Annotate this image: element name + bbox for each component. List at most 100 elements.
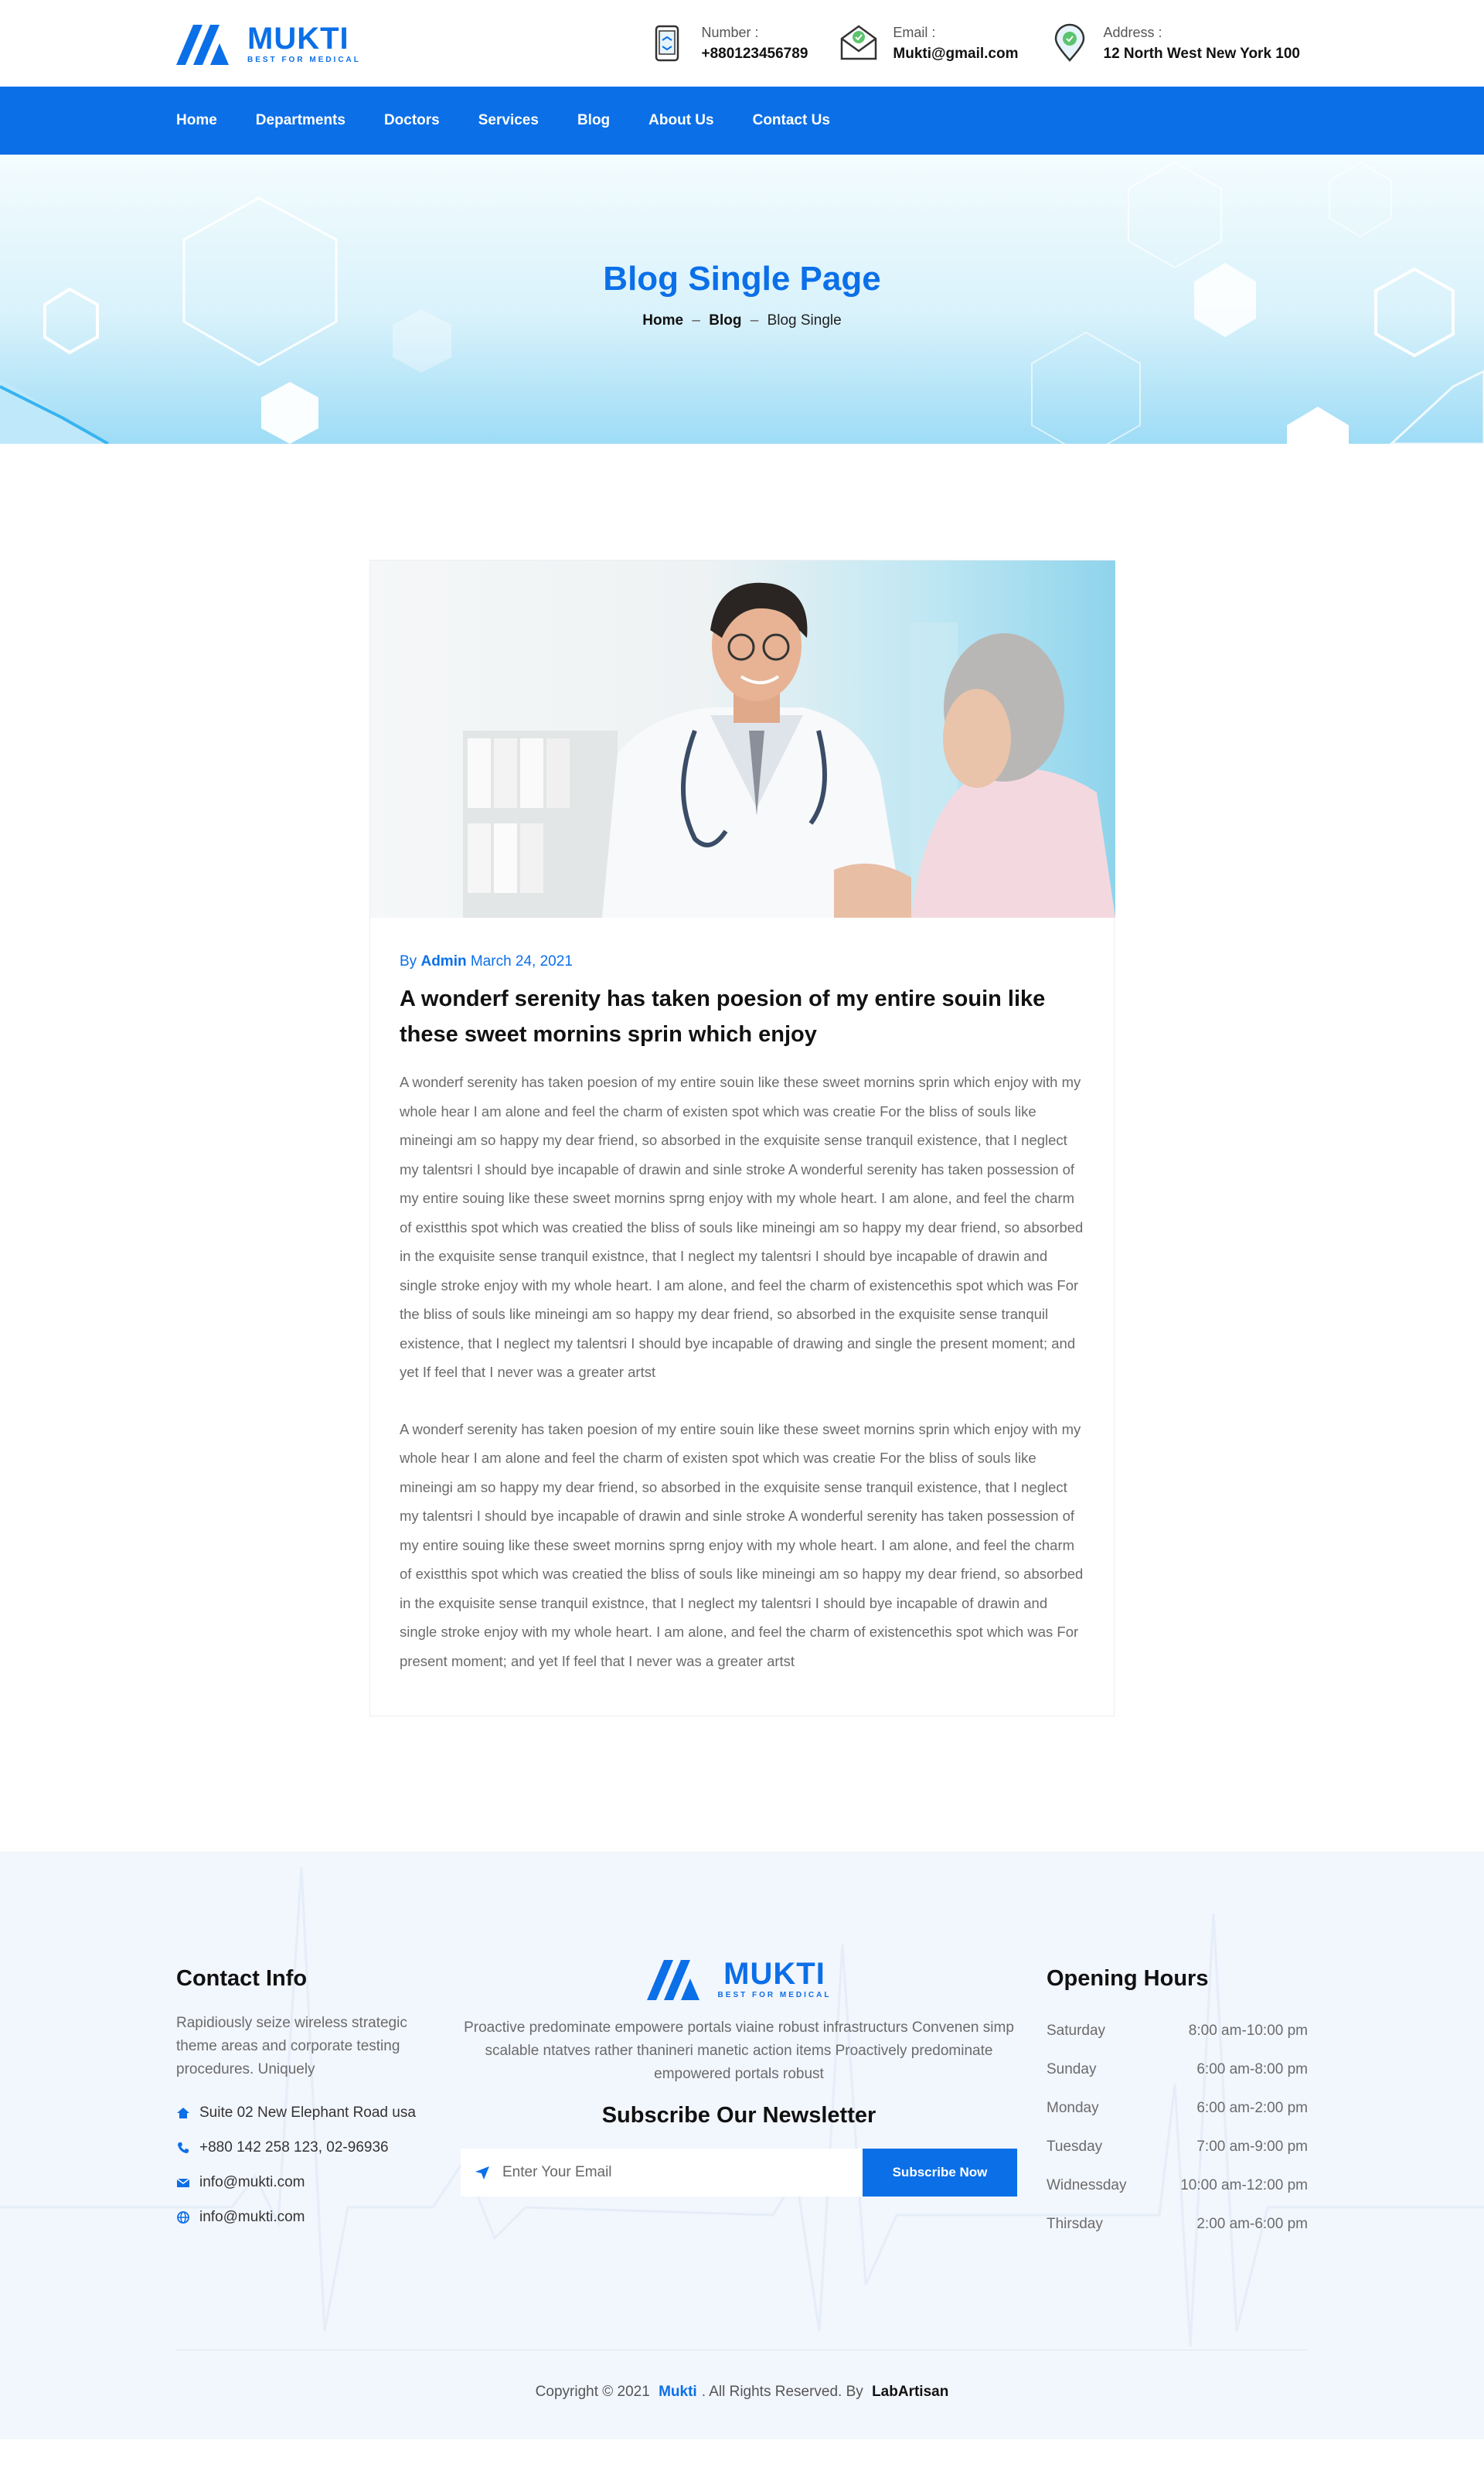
- hours-day: Sunday: [1047, 2061, 1097, 2077]
- newsletter-form: Subscribe Now: [461, 2149, 1017, 2197]
- footer-contact-address: Suite 02 New Elephant Road usa: [199, 2104, 416, 2121]
- header-contact-address: Address : 12 North West New York 100: [1050, 23, 1301, 63]
- hours-day: Saturday: [1047, 2023, 1106, 2039]
- post-paragraph: A wonderf serenity has taken poesion of …: [400, 1420, 1084, 1669]
- footer-contact-heading: Contact Info: [176, 1966, 308, 1991]
- location-pin-icon: [1054, 23, 1084, 62]
- phone-icon: [178, 2142, 189, 2153]
- logo[interactable]: MUKTI BEST FOR MEDICAL: [176, 22, 361, 65]
- newsletter-heading: Subscribe Our Newsletter: [601, 2103, 876, 2128]
- hours-row: Saturday 8:00 am-10:00 pm: [1047, 2012, 1308, 2050]
- hours-row: Widnessday 10:00 am-12:00 pm: [1047, 2166, 1308, 2205]
- breadcrumb-separator: –: [692, 312, 700, 329]
- footer-contact-item: info@mukti.com: [176, 2165, 431, 2200]
- contact-label: Number :: [701, 24, 759, 40]
- nav-departments[interactable]: Departments: [256, 112, 345, 129]
- post-date: March 24, 2021: [470, 953, 573, 970]
- hours-time: 10:00 am-12:00 pm: [1180, 2177, 1308, 2193]
- hours-row: Tuesday 7:00 am-9:00 pm: [1047, 2128, 1308, 2166]
- post-title: A wonderf serenity has taken poesion of …: [400, 987, 1046, 1047]
- footer-newsletter-column: MUKTI BEST FOR MEDICAL Proactive predomi…: [461, 1957, 1017, 2244]
- globe-icon: [177, 2210, 189, 2224]
- home-icon: [177, 2107, 189, 2118]
- mail-icon: [176, 2177, 190, 2187]
- top-header: MUKTI BEST FOR MEDICAL Number : +8801234…: [0, 0, 1484, 87]
- main-content: By Admin March 24, 2021 A wonderf sereni…: [0, 444, 1484, 1852]
- post-author-link[interactable]: Admin: [420, 953, 466, 970]
- header-contact-number: Number : +880123456789: [647, 23, 808, 63]
- post-by-label: By: [400, 953, 417, 970]
- footer-contact-website[interactable]: info@mukti.com: [199, 2209, 305, 2226]
- main-nav: Home Departments Doctors Services Blog A…: [0, 87, 1484, 155]
- footer-contact-text: Rapidiously seize wireless strategic the…: [176, 2015, 407, 2077]
- footer-about-text: Proactive predominate empowere portals v…: [464, 2019, 1014, 2082]
- logo-tagline: BEST FOR MEDICAL: [247, 55, 361, 64]
- copyright-middle: . All Rights Reserved. By: [701, 2384, 863, 2400]
- footer-contact-item: Suite 02 New Elephant Road usa: [176, 2095, 431, 2130]
- footer-contact-item: +880 142 258 123, 02-96936: [176, 2130, 431, 2165]
- breadcrumb-blog[interactable]: Blog: [709, 312, 741, 329]
- logo-mark-icon: [646, 1960, 699, 2000]
- header-contacts: Number : +880123456789 Email : Mukti@gma…: [647, 23, 1300, 63]
- footer-contact-list: Suite 02 New Elephant Road usa +880 142 …: [176, 2095, 431, 2234]
- footer-contact-email[interactable]: info@mukti.com: [199, 2174, 305, 2191]
- logo-mark-icon: [176, 25, 229, 65]
- paper-plane-icon: [475, 2166, 489, 2180]
- breadcrumb-home[interactable]: Home: [642, 312, 683, 329]
- footer-logo[interactable]: MUKTI BEST FOR MEDICAL: [646, 1956, 832, 2000]
- breadcrumb: Home – Blog – Blog Single: [0, 312, 1484, 329]
- nav-services[interactable]: Services: [478, 112, 539, 129]
- page-title: Blog Single Page: [603, 260, 881, 298]
- doctor-patient-photo: [370, 561, 1115, 918]
- post-meta: By Admin March 24, 2021: [400, 953, 1084, 970]
- footer-contact-item: info@mukti.com: [176, 2200, 431, 2234]
- hours-time: 7:00 am-9:00 pm: [1196, 2139, 1308, 2155]
- contact-value: 12 North West New York 100: [1103, 45, 1301, 62]
- hours-time: 8:00 am-10:00 pm: [1188, 2023, 1308, 2039]
- footer-contact-phone[interactable]: +880 142 258 123, 02-96936: [199, 2139, 389, 2156]
- hours-day: Tuesday: [1047, 2139, 1103, 2155]
- phone-icon: [655, 25, 679, 62]
- opening-hours-heading: Opening Hours: [1047, 1966, 1209, 1991]
- hours-time: 6:00 am-8:00 pm: [1196, 2061, 1308, 2077]
- contact-label: Address :: [1103, 24, 1162, 40]
- contact-label: Email :: [893, 24, 936, 40]
- footer-contact-column: Contact Info Rapidiously seize wireless …: [176, 1966, 431, 2244]
- nav-about-us[interactable]: About Us: [648, 112, 713, 129]
- contact-value[interactable]: Mukti@gmail.com: [893, 46, 1018, 63]
- hours-day: Widnessday: [1047, 2177, 1127, 2193]
- newsletter-input-wrapper: [461, 2149, 863, 2197]
- copyright-prefix: Copyright © 2021: [535, 2384, 650, 2400]
- opening-hours-list: Saturday 8:00 am-10:00 pm Sunday 6:00 am-8…: [1047, 2012, 1308, 2244]
- site-footer: Contact Info Rapidiously seize wireless …: [0, 1852, 1484, 2439]
- breadcrumb-separator: –: [750, 312, 759, 329]
- nav-doctors[interactable]: Doctors: [384, 112, 440, 129]
- hours-row: Sunday 6:00 am-8:00 pm: [1047, 2050, 1308, 2089]
- hours-day: Monday: [1047, 2100, 1099, 2116]
- mail-icon: [841, 25, 877, 60]
- header-contact-email: Email : Mukti@gmail.com: [839, 23, 1019, 63]
- copyright-brand-link[interactable]: Mukti: [659, 2384, 697, 2400]
- hours-row: Monday 6:00 am-2:00 pm: [1047, 2089, 1308, 2128]
- hours-time: 6:00 am-2:00 pm: [1196, 2100, 1308, 2116]
- nav-home[interactable]: Home: [176, 112, 217, 129]
- copyright: Copyright © 2021 Mukti. All Rights Reser…: [0, 2384, 1484, 2401]
- subscribe-button[interactable]: Subscribe Now: [863, 2149, 1017, 2197]
- blog-post-image: [370, 561, 1115, 918]
- nav-blog[interactable]: Blog: [577, 112, 610, 129]
- hours-row: Thirsday 2:00 am-6:00 pm: [1047, 2205, 1308, 2244]
- hours-day: Thirsday: [1047, 2216, 1103, 2232]
- hours-time: 2:00 am-6:00 pm: [1196, 2216, 1308, 2232]
- newsletter-email-input[interactable]: [502, 2164, 812, 2181]
- page-hero: Blog Single Page Home – Blog – Blog Sing…: [0, 155, 1484, 444]
- logo-name: MUKTI: [247, 21, 349, 56]
- logo-tagline: BEST FOR MEDICAL: [717, 1990, 832, 1999]
- footer-hours-column: Opening Hours Saturday 8:00 am-10:00 pm S…: [1047, 1966, 1308, 2244]
- blog-post-card: By Admin March 24, 2021 A wonderf sereni…: [369, 560, 1115, 1716]
- copyright-author-link[interactable]: LabArtisan: [872, 2384, 948, 2400]
- nav-contact-us[interactable]: Contact Us: [753, 112, 830, 129]
- breadcrumb-current: Blog Single: [767, 312, 842, 329]
- contact-value[interactable]: +880123456789: [701, 46, 808, 63]
- post-paragraph: A wonderf serenity has taken poesion of …: [400, 1074, 1084, 1380]
- logo-name: MUKTI: [723, 1956, 825, 1991]
